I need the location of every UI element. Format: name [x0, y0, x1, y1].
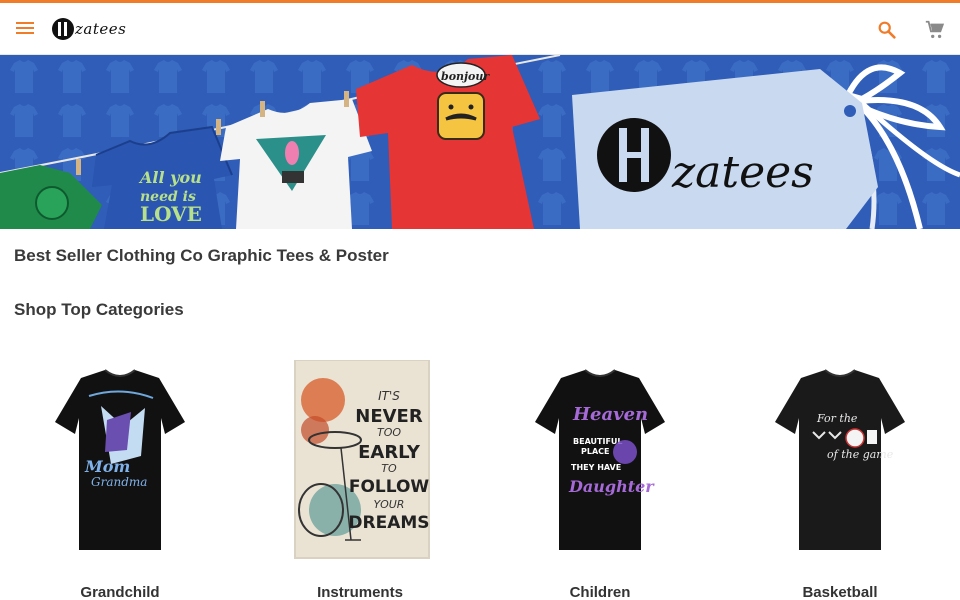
- svg-text:Daughter: Daughter: [568, 477, 655, 496]
- svg-text:NEVER: NEVER: [355, 406, 423, 427]
- category-label-grandchild: Grandchild: [80, 584, 160, 600]
- logo-text: zatees: [75, 20, 127, 38]
- svg-text:of the game: of the game: [827, 448, 894, 461]
- category-label-instruments: Instruments: [317, 584, 403, 600]
- menu-icon[interactable]: [14, 18, 36, 40]
- site-tagline: Best Seller Clothing Co Graphic Tees & P…: [14, 246, 389, 265]
- category-card-instruments[interactable]: IT'S NEVER TOO EARLY TO FOLLOW YOUR DREA…: [240, 352, 480, 600]
- svg-text:zatees: zatees: [671, 147, 814, 198]
- logo-mark: [52, 18, 74, 40]
- category-grid: Mom Grandma Grandchild IT'S NEVER TOO EA…: [0, 352, 960, 600]
- svg-text:bonjour: bonjour: [441, 70, 490, 83]
- banner-brand-tag: zatees: [572, 69, 878, 229]
- category-image-basketball: For the of the game: [775, 369, 905, 550]
- cart-icon[interactable]: [924, 19, 946, 41]
- search-icon[interactable]: [876, 19, 898, 41]
- svg-text:LOVE: LOVE: [140, 202, 202, 226]
- category-image-instruments: IT'S NEVER TOO EARLY TO FOLLOW YOUR DREA…: [294, 360, 430, 559]
- category-card-basketball[interactable]: For the of the game Basketball: [720, 352, 960, 600]
- svg-text:EARLY: EARLY: [358, 442, 421, 463]
- header: zatees: [0, 3, 960, 55]
- svg-text:TOO: TOO: [377, 426, 401, 439]
- svg-text:Grandma: Grandma: [91, 475, 147, 489]
- svg-text:PLACE: PLACE: [581, 447, 610, 456]
- category-card-children[interactable]: Heaven BEAUTIFUL PLACE THEY HAVE Daughte…: [480, 352, 720, 600]
- category-card-grandchild[interactable]: Mom Grandma Grandchild: [0, 352, 240, 600]
- svg-text:BEAUTIFUL: BEAUTIFUL: [573, 437, 623, 446]
- svg-text:All you: All you: [138, 168, 202, 187]
- category-image-children: Heaven BEAUTIFUL PLACE THEY HAVE Daughte…: [535, 369, 665, 550]
- category-image-grandchild: Mom Grandma: [55, 369, 185, 550]
- hero-banner[interactable]: All you need is LOVE bonjour zatees: [0, 55, 960, 229]
- svg-text:TO: TO: [381, 462, 397, 475]
- category-label-children: Children: [569, 584, 631, 600]
- svg-text:Mom: Mom: [84, 457, 130, 476]
- svg-text:THEY HAVE: THEY HAVE: [571, 463, 621, 472]
- svg-text:For the: For the: [816, 412, 858, 425]
- category-label-basketball: Basketball: [802, 584, 878, 600]
- svg-text:IT'S: IT'S: [378, 389, 400, 403]
- svg-text:DREAMS: DREAMS: [348, 513, 429, 533]
- svg-text:FOLLOW: FOLLOW: [349, 477, 430, 497]
- site-logo[interactable]: zatees: [52, 16, 126, 42]
- svg-text:YOUR: YOUR: [374, 498, 405, 511]
- svg-text:Heaven: Heaven: [572, 404, 648, 425]
- section-title-top-categories: Shop Top Categories: [14, 300, 184, 319]
